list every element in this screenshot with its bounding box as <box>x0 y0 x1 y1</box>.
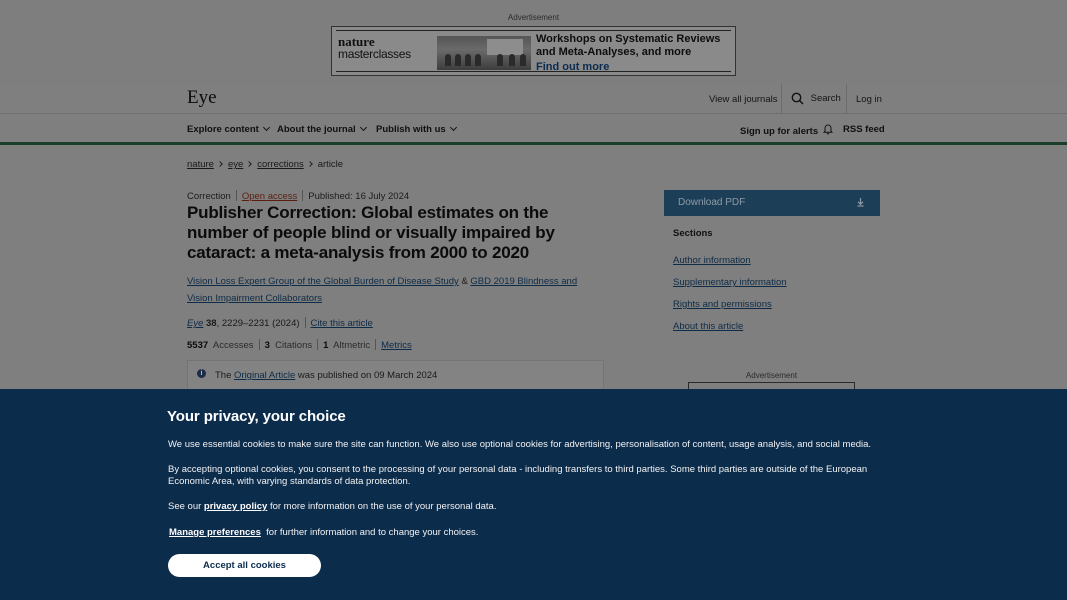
sign-up-alerts-link[interactable]: Sign up for alerts <box>740 124 833 137</box>
ad-cta-link[interactable]: Find out more <box>536 61 609 73</box>
section-link-about[interactable]: About this article <box>673 321 743 332</box>
nav-explore-content[interactable]: Explore content <box>187 123 270 135</box>
chevron-right-icon <box>246 161 253 167</box>
article-meta: Correction Open access Published: 16 July … <box>187 190 409 202</box>
ad-content: nature masterclasses Workshops on System… <box>336 30 731 73</box>
breadcrumb-current: article <box>317 159 344 170</box>
citation-line: Eye 38, 2229–2231 (2024) Cite this articl… <box>187 317 373 329</box>
journal-link[interactable]: Eye <box>187 318 203 329</box>
privacy-policy-link[interactable]: privacy policy <box>204 501 267 512</box>
sections-heading: Sections <box>673 228 713 239</box>
notice-text: The Original Article was published on 09… <box>215 370 437 381</box>
nav-about-journal[interactable]: About the journal <box>277 123 367 135</box>
cookie-paragraph: We use essential cookies to make sure th… <box>168 439 872 450</box>
bell-icon <box>822 124 833 135</box>
section-link-author-info[interactable]: Author information <box>673 255 751 266</box>
altmetric-label: Altmetric <box>333 340 371 351</box>
cookie-consent-banner: Your privacy, your choice We use essenti… <box>0 389 1067 600</box>
metrics-link[interactable]: Metrics <box>381 340 412 351</box>
nav-explore-label: Explore content <box>187 124 259 135</box>
download-pdf-label: Download PDF <box>678 197 746 208</box>
main-nav: Explore content About the journal Publis… <box>0 114 1067 145</box>
view-all-journals-link[interactable]: View all journals <box>709 94 777 105</box>
article-type: Correction <box>187 191 231 202</box>
divider <box>846 84 847 114</box>
nav-about-label: About the journal <box>277 124 356 135</box>
chevron-down-icon <box>449 123 457 132</box>
cookie-privacy-paragraph: See our privacy policy for more informat… <box>168 501 898 513</box>
rss-feed-link[interactable]: RSS feed <box>843 124 885 135</box>
original-article-notice: i The Original Article was published on … <box>187 360 604 392</box>
section-link-supplementary[interactable]: Supplementary information <box>673 277 787 288</box>
altmetric-count: 1 <box>323 340 329 351</box>
search-button[interactable]: Search <box>791 92 841 105</box>
section-link-rights[interactable]: Rights and permissions <box>673 299 772 310</box>
cookie-title: Your privacy, your choice <box>167 408 346 425</box>
pages: , 2229–2231 (2024) <box>216 318 300 329</box>
search-label: Search <box>810 93 841 105</box>
author-list: Vision Loss Expert Group of the Global B… <box>187 273 587 307</box>
journal-logo[interactable]: Eye <box>187 87 217 109</box>
article-title: Publisher Correction: Global estimates o… <box>187 203 555 262</box>
breadcrumb-eye[interactable]: eye <box>228 159 243 170</box>
ad-photo <box>437 36 531 70</box>
divider <box>781 84 782 114</box>
open-access-link[interactable]: Open access <box>242 191 297 202</box>
ad-headline: Workshops on Systematic Reviews and Meta… <box>536 33 721 58</box>
citations-label: Citations <box>275 340 313 351</box>
citations-count: 3 <box>264 340 270 351</box>
nav-publish-label: Publish with us <box>376 124 446 135</box>
notice-prefix: The <box>215 370 232 381</box>
alerts-label: Sign up for alerts <box>740 126 819 137</box>
author-link[interactable]: Vision Loss Expert Group of the Global B… <box>187 276 459 287</box>
preferences-suffix: for further information and to change yo… <box>266 527 479 538</box>
ad-banner-area: Advertisement nature masterclasses Works… <box>0 0 1067 84</box>
login-link[interactable]: Log in <box>856 94 882 105</box>
original-article-link[interactable]: Original Article <box>234 370 295 381</box>
author-separator: & <box>461 276 468 287</box>
chevron-down-icon <box>359 123 367 132</box>
cite-article-link[interactable]: Cite this article <box>311 318 373 329</box>
privacy-prefix: See our <box>168 501 202 512</box>
article-metrics: 5537 Accesses 3 Citations 1 Altmetric Metri… <box>187 339 412 351</box>
ad-logo-masterclasses: masterclasses <box>338 47 411 61</box>
accept-all-cookies-button[interactable]: Accept all cookies <box>168 554 321 577</box>
accesses-count: 5537 <box>187 340 209 351</box>
nav-publish[interactable]: Publish with us <box>376 123 457 135</box>
download-pdf-button[interactable]: Download PDF <box>664 190 880 216</box>
cookie-preferences-paragraph: Manage preferences for further informati… <box>169 527 899 539</box>
accesses-label: Accesses <box>212 340 254 351</box>
ad-banner[interactable]: nature masterclasses Workshops on System… <box>331 26 736 76</box>
volume: 38 <box>206 318 217 329</box>
manage-preferences-link[interactable]: Manage preferences <box>169 527 261 538</box>
download-icon <box>857 198 864 207</box>
chevron-right-icon <box>306 161 313 167</box>
info-icon: i <box>197 369 206 378</box>
chevron-down-icon <box>262 123 270 132</box>
breadcrumb: nature eye corrections article <box>187 159 343 170</box>
breadcrumb-corrections[interactable]: corrections <box>257 159 303 170</box>
sidebar-ad-label: Advertisement <box>745 371 798 380</box>
ad-label: Advertisement <box>507 13 560 22</box>
site-header: Eye View all journals Search Log in <box>0 84 1067 114</box>
chevron-right-icon <box>217 161 223 167</box>
search-icon <box>791 92 804 105</box>
cookie-paragraph: By accepting optional cookies, you conse… <box>168 464 868 487</box>
breadcrumb-nature[interactable]: nature <box>187 159 214 170</box>
privacy-suffix: for more information on the use of your … <box>269 501 497 512</box>
published-date: Published: 16 July 2024 <box>308 191 410 202</box>
notice-suffix: was published on 09 March 2024 <box>297 370 438 381</box>
